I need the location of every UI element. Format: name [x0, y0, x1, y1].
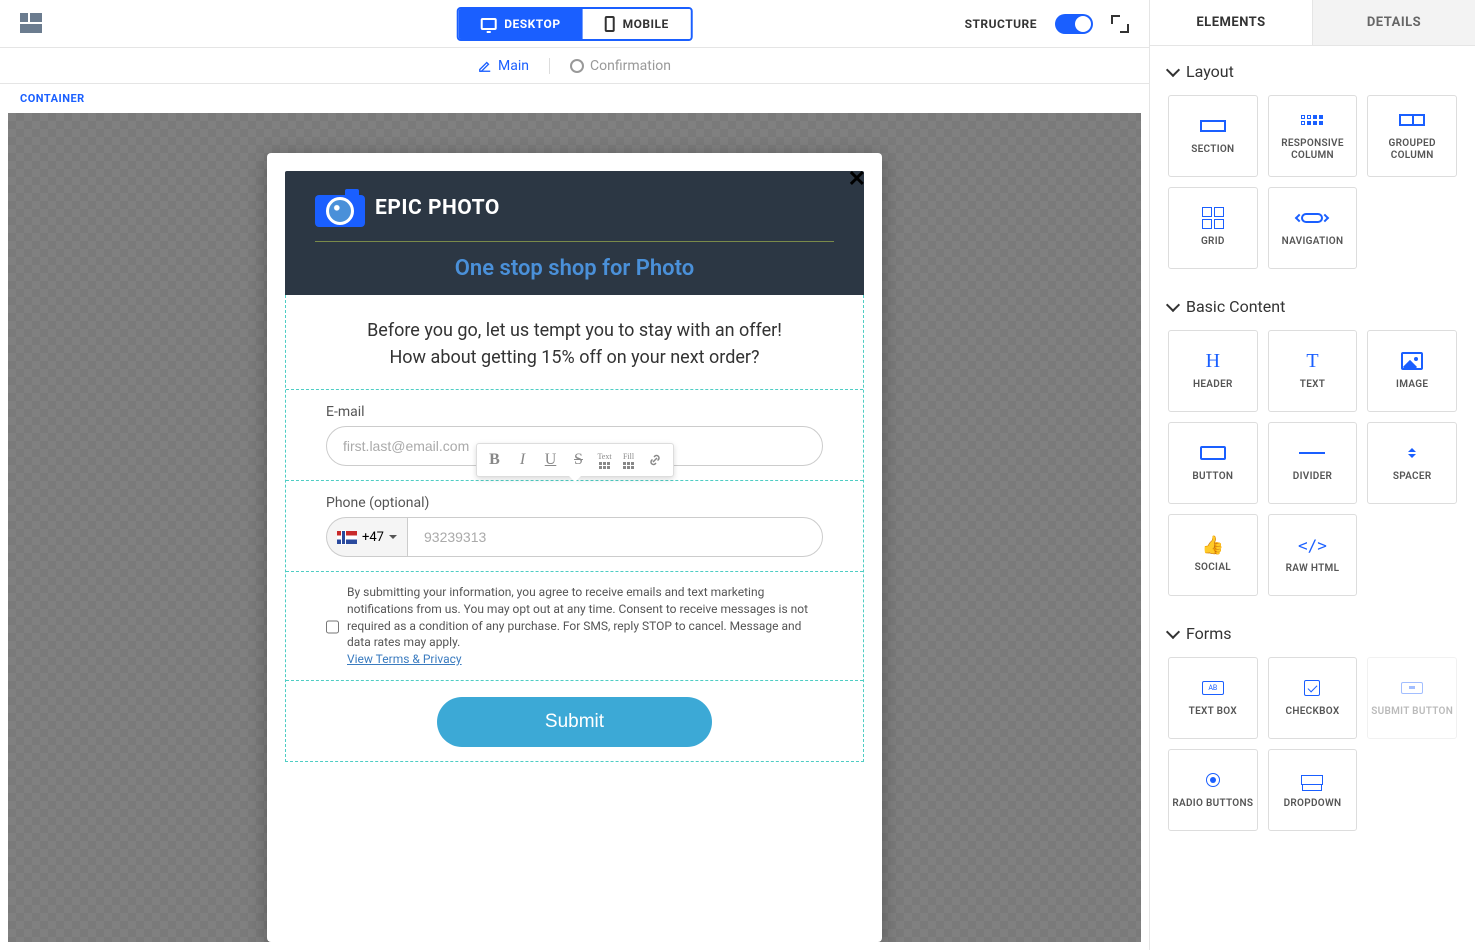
confirmation-label: Confirmation — [590, 58, 671, 74]
close-icon[interactable]: ✕ — [848, 167, 866, 192]
popup: ✕ EPIC PHOTO One stop shop for Photo B I… — [267, 153, 882, 942]
desktop-button[interactable]: DESKTOP — [458, 9, 582, 39]
structure-label: STRUCTURE — [965, 17, 1037, 31]
italic-button[interactable]: I — [509, 448, 537, 472]
element-social[interactable]: 👍SOCIAL — [1168, 514, 1258, 596]
element-spacer[interactable]: SPACER — [1367, 422, 1457, 504]
email-label: E-mail — [326, 404, 823, 420]
tab-confirmation[interactable]: Confirmation — [570, 58, 671, 74]
desktop-icon — [480, 18, 496, 30]
sub-divider — [549, 58, 550, 74]
bold-button[interactable]: B — [481, 448, 509, 472]
tab-elements[interactable]: ELEMENTS — [1150, 0, 1312, 45]
edit-icon — [478, 59, 492, 73]
popup-body: Before you go, let us tempt you to stay … — [285, 295, 864, 762]
element-text[interactable]: TTEXT — [1268, 330, 1358, 412]
section-layout: Layout SECTION RESPONSIVE COLUMN GROUPED… — [1168, 62, 1457, 269]
element-grouped-column[interactable]: GROUPED COLUMN — [1367, 95, 1457, 177]
element-dropdown[interactable]: DROPDOWN — [1268, 749, 1358, 831]
submit-section: Submit — [286, 681, 863, 761]
consent-section: By submitting your information, you agre… — [286, 572, 863, 681]
country-selector[interactable]: +47 — [326, 517, 407, 557]
phone-label: Phone (optional) — [326, 495, 823, 511]
forms-header[interactable]: Forms — [1168, 624, 1457, 643]
desktop-label: DESKTOP — [504, 17, 560, 31]
brand: EPIC PHOTO — [315, 189, 834, 242]
link-button[interactable] — [641, 448, 669, 472]
popup-header: EPIC PHOTO One stop shop for Photo — [285, 171, 864, 295]
check-icon — [570, 59, 584, 73]
offer-line1: Before you go, let us tempt you to stay … — [326, 317, 823, 344]
mobile-button[interactable]: MOBILE — [583, 9, 691, 39]
country-code: +47 — [362, 530, 384, 545]
element-navigation[interactable]: NAVIGATION — [1268, 187, 1358, 269]
layout-header[interactable]: Layout — [1168, 62, 1457, 81]
right-panel: ELEMENTS DETAILS Layout SECTION RESPONSI… — [1150, 0, 1475, 950]
underline-button[interactable]: U — [537, 448, 565, 472]
canvas[interactable]: ✕ EPIC PHOTO One stop shop for Photo B I… — [8, 113, 1141, 942]
mobile-icon — [605, 16, 615, 32]
tab-details[interactable]: DETAILS — [1312, 0, 1475, 45]
section-forms: Forms ABTEXT BOX CHECKBOX SUBMIT BUTTON … — [1168, 624, 1457, 831]
element-raw-html[interactable]: </>RAW HTML — [1268, 514, 1358, 596]
submit-button[interactable]: Submit — [437, 697, 712, 747]
consent-text: By submitting your information, you agre… — [347, 585, 808, 649]
element-submit-button: SUBMIT BUTTON — [1367, 657, 1457, 739]
element-checkbox[interactable]: CHECKBOX — [1268, 657, 1358, 739]
layout-icon[interactable] — [20, 13, 42, 35]
consent-checkbox[interactable] — [326, 586, 339, 668]
panel-tabs: ELEMENTS DETAILS — [1150, 0, 1475, 46]
element-section[interactable]: SECTION — [1168, 95, 1258, 177]
basic-content-header[interactable]: Basic Content — [1168, 297, 1457, 316]
tab-main[interactable]: Main — [478, 58, 529, 74]
text-toolbar: B I U S Text Fill — [476, 443, 674, 477]
element-grid[interactable]: GRID — [1168, 187, 1258, 269]
phone-input[interactable] — [407, 517, 823, 557]
element-responsive-column[interactable]: RESPONSIVE COLUMN — [1268, 95, 1358, 177]
mobile-label: MOBILE — [623, 17, 669, 31]
chevron-down-icon — [389, 535, 397, 543]
main-label: Main — [498, 58, 529, 74]
fill-color-button[interactable]: Fill — [617, 448, 641, 472]
offer-text[interactable]: Before you go, let us tempt you to stay … — [286, 295, 863, 390]
top-bar: DESKTOP MOBILE STRUCTURE — [0, 0, 1149, 48]
chevron-down-icon — [1166, 62, 1180, 76]
element-text-box[interactable]: ABTEXT BOX — [1168, 657, 1258, 739]
text-color-button[interactable]: Text — [593, 448, 617, 472]
chevron-down-icon — [1166, 297, 1180, 311]
element-button[interactable]: BUTTON — [1168, 422, 1258, 504]
flag-icon — [337, 531, 357, 544]
offer-line2: How about getting 15% off on your next o… — [326, 344, 823, 371]
element-divider[interactable]: DIVIDER — [1268, 422, 1358, 504]
element-image[interactable]: IMAGE — [1367, 330, 1457, 412]
sub-bar: Main Confirmation — [0, 48, 1149, 84]
brand-text: EPIC PHOTO — [375, 196, 500, 220]
phone-section: Phone (optional) +47 — [286, 481, 863, 572]
element-header[interactable]: HHEADER — [1168, 330, 1258, 412]
expand-icon[interactable] — [1111, 15, 1129, 33]
structure-toggle[interactable] — [1055, 14, 1093, 34]
chevron-down-icon — [1166, 624, 1180, 638]
element-radio-buttons[interactable]: RADIO BUTTONS — [1168, 749, 1258, 831]
container-label[interactable]: CONTAINER — [0, 84, 1149, 113]
tagline: One stop shop for Photo — [315, 242, 834, 281]
camera-icon — [315, 189, 365, 227]
strikethrough-button[interactable]: S — [565, 448, 593, 472]
section-basic-content: Basic Content HHEADER TTEXT IMAGE BUTTON… — [1168, 297, 1457, 596]
panel-content: Layout SECTION RESPONSIVE COLUMN GROUPED… — [1150, 46, 1475, 950]
device-toggle: DESKTOP MOBILE — [456, 7, 693, 41]
terms-link[interactable]: View Terms & Privacy — [347, 652, 462, 666]
